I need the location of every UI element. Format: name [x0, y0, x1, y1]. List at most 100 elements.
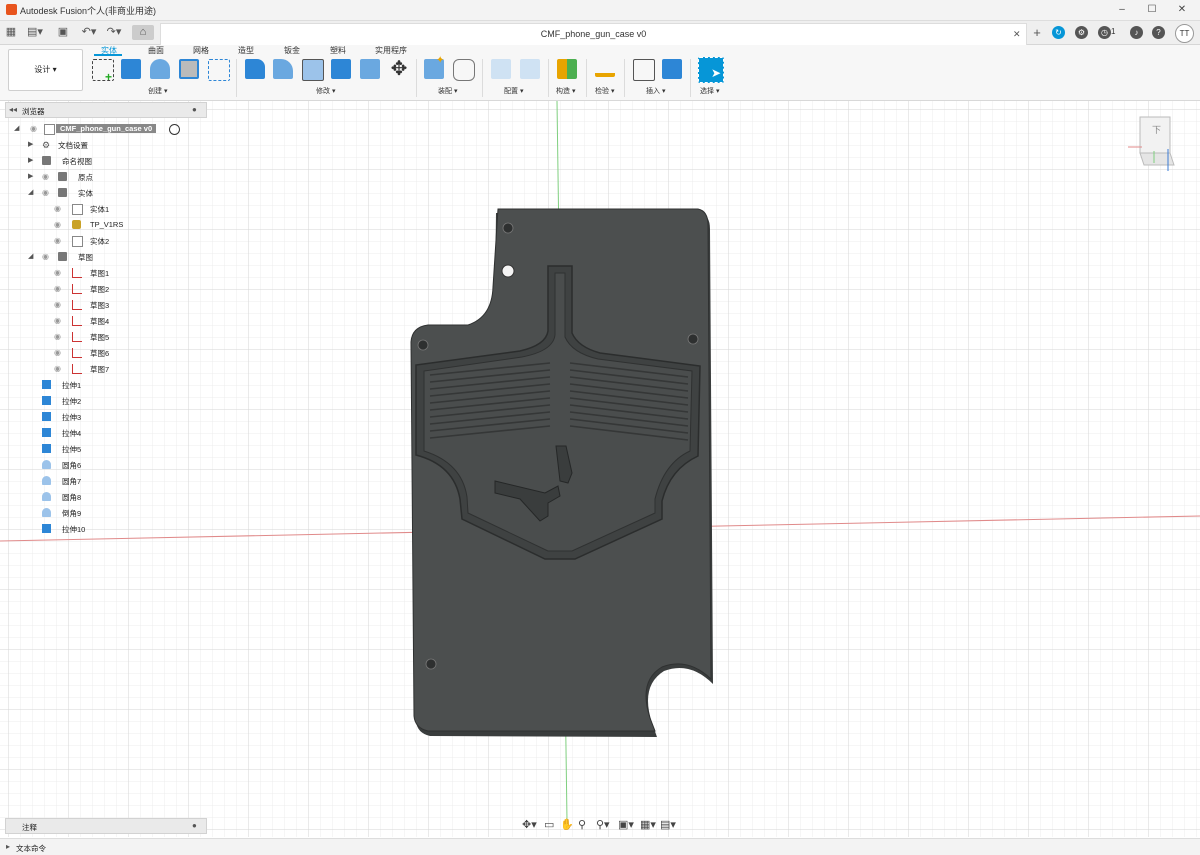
measure-icon[interactable]	[595, 59, 615, 77]
panel-options-icon[interactable]: ●	[192, 821, 197, 830]
eye-icon[interactable]: ◉	[30, 124, 39, 133]
browser-item[interactable]: ▶ 命名视图	[0, 153, 205, 168]
notification-icon[interactable]: ◷	[1098, 26, 1111, 39]
group-select[interactable]: 选择 ▾	[700, 86, 719, 96]
tab-plastic[interactable]: 塑料	[330, 45, 346, 56]
extensions-icon[interactable]: ⚙	[1075, 26, 1088, 39]
browser-item[interactable]: ◉ 实体2	[0, 233, 205, 248]
browser-item[interactable]: ◉ 草图4	[0, 313, 205, 328]
eye-icon[interactable]: ◉	[54, 348, 63, 357]
pattern-icon[interactable]	[208, 59, 230, 81]
zoom-window-icon[interactable]: ⚲▾	[596, 818, 610, 831]
maximize-button[interactable]: ☐	[1145, 3, 1159, 17]
feature-item[interactable]: 拉伸1	[0, 377, 205, 392]
feature-item[interactable]: 拉伸3	[0, 409, 205, 424]
browser-item[interactable]: ◉ 草图1	[0, 265, 205, 280]
grid-settings-icon[interactable]: ▦▾	[640, 818, 656, 831]
save-icon[interactable]: ▣	[56, 25, 70, 40]
eye-icon[interactable]: ◉	[54, 316, 63, 325]
feature-item[interactable]: 圆角6	[0, 457, 205, 472]
create-sketch-icon[interactable]: +	[92, 59, 114, 84]
new-component-icon[interactable]: ✦	[424, 55, 444, 79]
shell-icon[interactable]	[302, 59, 324, 81]
expand-arrow-icon[interactable]: ◢	[28, 252, 33, 260]
expand-icon[interactable]: ▸	[6, 842, 10, 851]
move-icon[interactable]: ✥	[389, 59, 409, 79]
tab-form[interactable]: 造型	[238, 45, 254, 56]
viewcube[interactable]: 下	[1128, 113, 1176, 173]
browser-item[interactable]: ◉ 草图7	[0, 361, 205, 376]
offset-plane-icon[interactable]	[557, 59, 577, 79]
file-menu-icon[interactable]: ▤▾	[26, 25, 44, 40]
workspace-switcher[interactable]: 设计 ▾	[8, 49, 83, 91]
tab-mesh[interactable]: 网格	[193, 45, 209, 56]
browser-panel-header[interactable]: ◂◂ 浏览器 ●	[5, 102, 207, 118]
group-assemble[interactable]: 装配 ▾	[438, 86, 457, 96]
browser-item[interactable]: ◢ ◉ 草图	[0, 249, 205, 264]
browser-item[interactable]: ◉ 草图6	[0, 345, 205, 360]
orbit-icon[interactable]: ✥▾	[522, 818, 537, 831]
eye-icon[interactable]: ◉	[54, 268, 63, 277]
feature-item[interactable]: 拉伸10	[0, 521, 205, 536]
expand-arrow-icon[interactable]: ▶	[28, 172, 33, 180]
eye-icon[interactable]: ◉	[42, 188, 51, 197]
undo-icon[interactable]: ↶▾	[80, 25, 98, 40]
expand-arrow-icon[interactable]: ◢	[28, 188, 33, 196]
job-status-icon[interactable]: ↻	[1052, 26, 1065, 39]
browser-item[interactable]: ◉ TP_V1RS	[0, 217, 205, 232]
close-tab-icon[interactable]: ✕	[1013, 29, 1021, 40]
combine-icon[interactable]	[331, 59, 351, 79]
browser-item[interactable]: ▶ ◉ 原点	[0, 169, 205, 184]
feature-item[interactable]: 拉伸5	[0, 441, 205, 456]
text-command-bar[interactable]: ▸ 文本命令	[0, 838, 1200, 855]
panel-options-icon[interactable]: ●	[192, 105, 197, 114]
document-tab[interactable]: CMF_phone_gun_case v0 ✕	[160, 23, 1027, 45]
viewports-icon[interactable]: ▤▾	[660, 818, 676, 831]
browser-item[interactable]: ▶ ⚙ 文档设置	[0, 137, 205, 152]
configure-table-icon[interactable]	[520, 59, 540, 79]
eye-icon[interactable]: ◉	[42, 172, 51, 181]
bell-icon[interactable]: ♪	[1130, 26, 1143, 39]
close-window-button[interactable]: ✕	[1175, 3, 1189, 17]
minimize-button[interactable]: –	[1115, 3, 1129, 17]
feature-item[interactable]: 拉伸4	[0, 425, 205, 440]
extrude-icon[interactable]	[121, 59, 141, 79]
eye-icon[interactable]: ◉	[54, 204, 63, 213]
group-construct[interactable]: 构造 ▾	[556, 86, 575, 96]
tab-utilities[interactable]: 实用程序	[375, 45, 407, 56]
home-icon[interactable]: ⌂	[132, 25, 154, 40]
activate-radio-icon[interactable]	[169, 124, 180, 135]
configure-icon[interactable]	[491, 59, 511, 79]
zoom-icon[interactable]: ⚲	[578, 818, 586, 831]
hole-icon[interactable]	[179, 59, 199, 79]
joint-icon[interactable]	[453, 59, 475, 81]
look-at-icon[interactable]: ▭	[544, 818, 554, 831]
user-avatar[interactable]: TT	[1175, 24, 1194, 43]
browser-item[interactable]: ◢ ◉ 实体	[0, 185, 205, 200]
eye-icon[interactable]: ◉	[54, 300, 63, 309]
expand-arrow-icon[interactable]: ▶	[28, 140, 33, 148]
feature-item[interactable]: 拉伸2	[0, 393, 205, 408]
tab-surface[interactable]: 曲面	[148, 45, 164, 56]
eye-icon[interactable]: ◉	[54, 364, 63, 373]
browser-item[interactable]: ◉ 草图3	[0, 297, 205, 312]
revolve-icon[interactable]	[150, 59, 170, 79]
browser-item[interactable]: ◉ 草图2	[0, 281, 205, 296]
help-icon[interactable]: ?	[1152, 26, 1165, 39]
browser-item[interactable]: ◉ 草图5	[0, 329, 205, 344]
select-icon[interactable]: ➤	[698, 57, 724, 83]
collapse-icon[interactable]: ◂◂	[9, 105, 17, 114]
tab-sheetmetal[interactable]: 钣金	[284, 45, 300, 56]
insert-derive-icon[interactable]	[633, 59, 655, 81]
eye-icon[interactable]: ◉	[54, 220, 63, 229]
split-body-icon[interactable]	[360, 59, 380, 79]
apps-grid-icon[interactable]: ▦	[4, 25, 18, 40]
eye-icon[interactable]: ◉	[54, 284, 63, 293]
press-pull-icon[interactable]	[245, 59, 265, 79]
display-settings-icon[interactable]: ▣▾	[618, 818, 634, 831]
tree-root[interactable]: ◢ ◉ CMF_phone_gun_case v0	[0, 121, 205, 136]
group-configure[interactable]: 配置 ▾	[504, 86, 523, 96]
collapse-arrow-icon[interactable]: ◢	[14, 124, 19, 132]
insert-image-icon[interactable]	[662, 59, 682, 79]
feature-item[interactable]: 圆角8	[0, 489, 205, 504]
